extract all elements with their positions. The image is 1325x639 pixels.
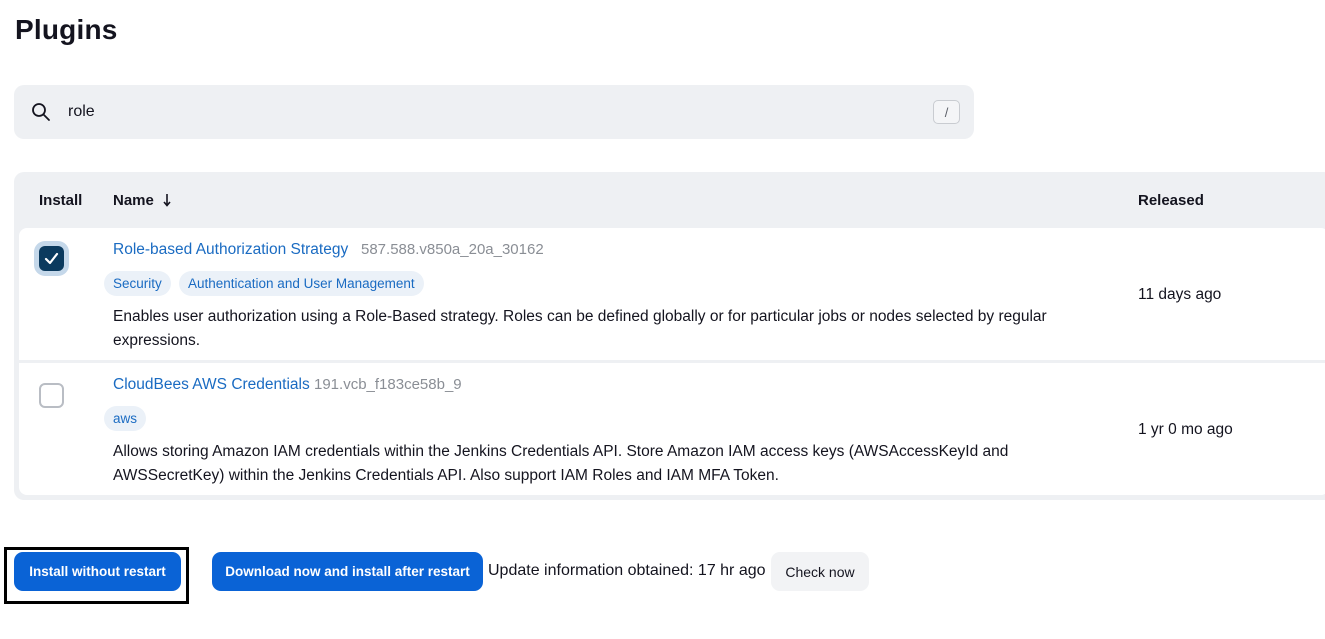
install-checkbox-cloudbees-aws-credentials[interactable] [39,383,64,408]
plugin-version: 587.588.v850a_20a_30162 [361,241,544,258]
plugin-excerpt: Allows storing Amazon IAM credentials wi… [113,443,1009,484]
page-title: Plugins [15,14,118,45]
plugin-name-link[interactable]: CloudBees AWS Credentials [113,376,310,394]
tag-authentication-and-user-management[interactable]: Authentication and User Management [179,271,424,296]
install-checkbox-role-based-authorization-strategy[interactable] [39,246,64,271]
plugin-excerpt: Enables user authorization using a Role-… [113,308,1047,349]
search-icon [32,103,50,121]
install-without-restart-button[interactable]: Install without restart [14,552,181,591]
check-now-button[interactable]: Check now [771,552,869,591]
plugin-version: 191.vcb_f183ce58b_9 [314,376,462,393]
released-date: 11 days ago [1138,286,1222,303]
tag-aws[interactable]: aws [104,406,147,431]
search-shortcut-key: / [933,100,960,124]
sort-arrow-down-icon[interactable] [162,193,172,207]
plugin-name-link[interactable]: Role-based Authorization Strategy [113,241,348,259]
column-header-released[interactable]: Released [1138,192,1204,209]
search-input[interactable] [60,85,920,139]
tag-security[interactable]: Security [104,271,171,296]
column-header-name[interactable]: Name [113,192,154,209]
update-info-text: Update information obtained: 17 hr ago [488,562,766,579]
column-header-install: Install [39,192,83,209]
download-and-install-after-restart-button[interactable]: Download now and install after restart [212,552,483,591]
check-icon [44,252,59,265]
released-date: 1 yr 0 mo ago [1138,421,1233,438]
